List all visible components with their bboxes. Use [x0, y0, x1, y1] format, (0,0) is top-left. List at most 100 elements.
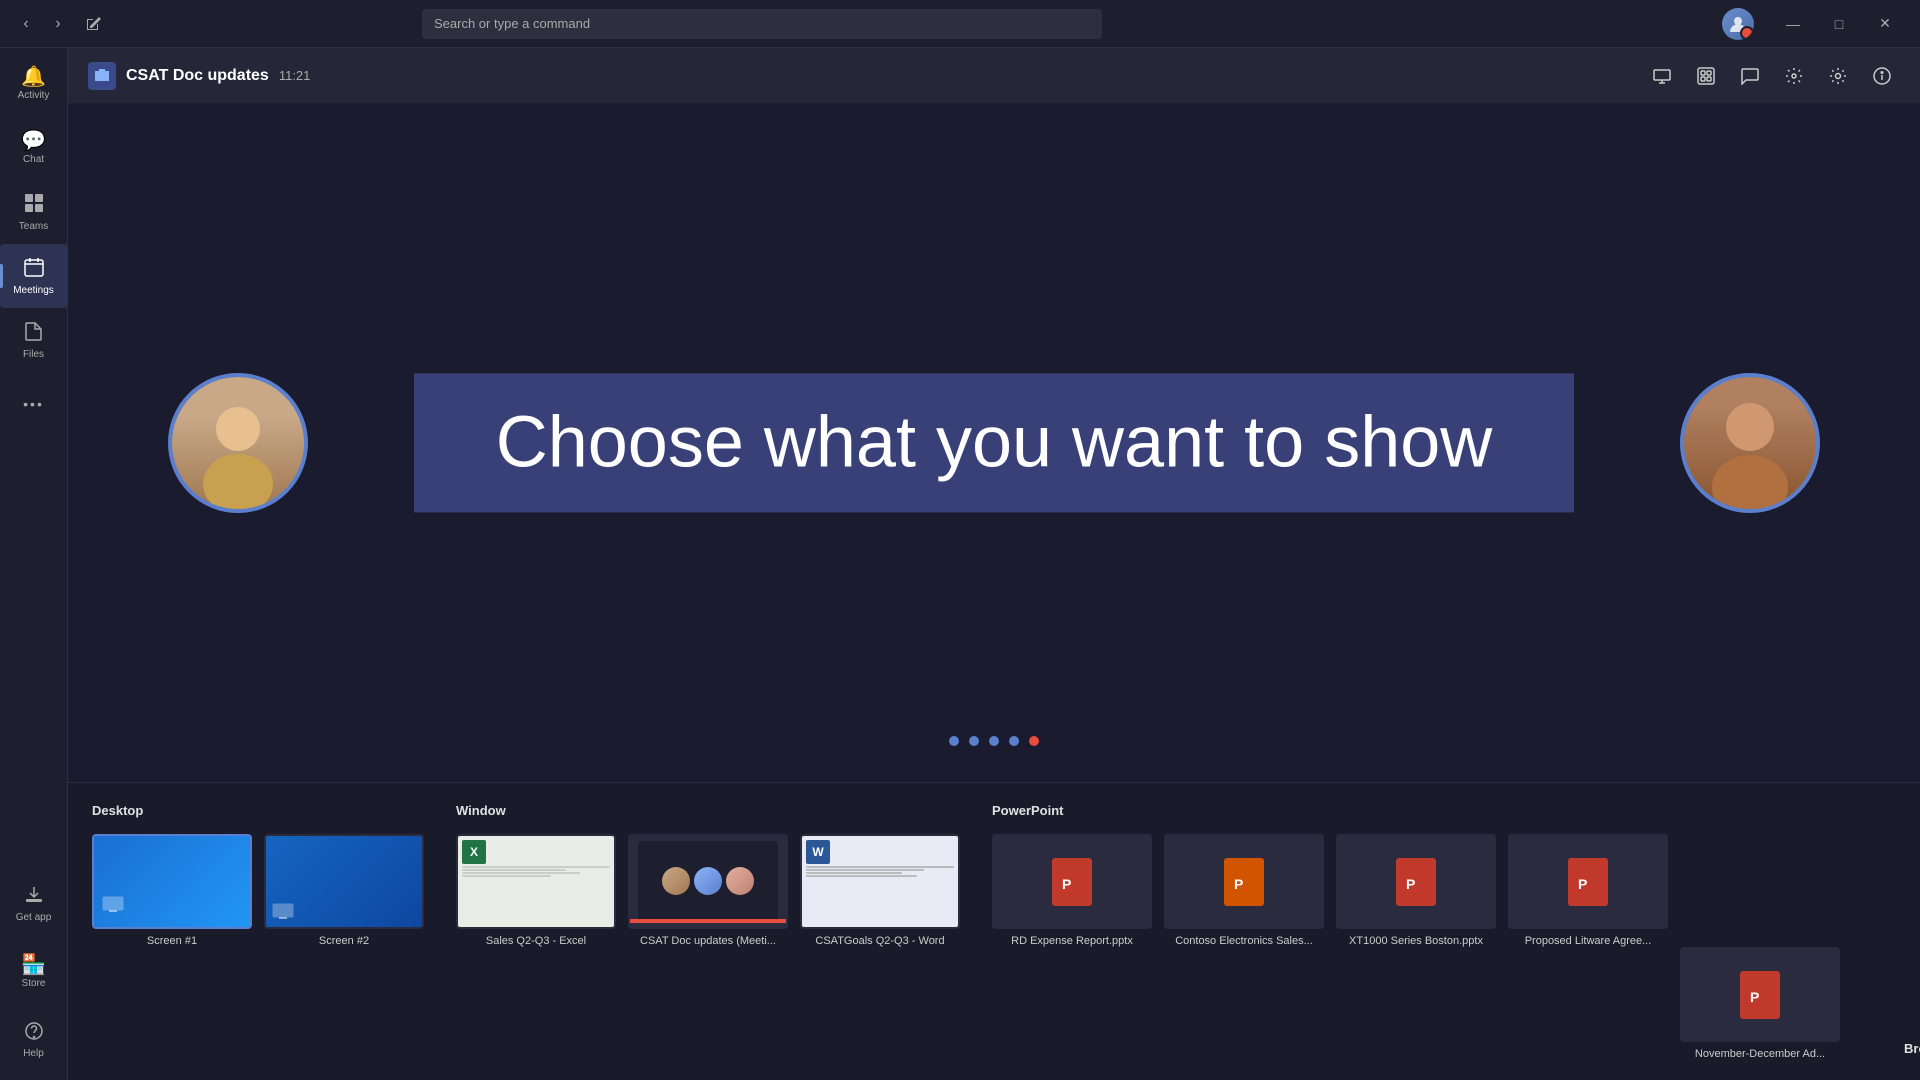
participants-button[interactable]	[1688, 58, 1724, 94]
close-button[interactable]: ✕	[1862, 8, 1908, 40]
back-button[interactable]: ‹	[12, 10, 40, 38]
maximize-button[interactable]: □	[1816, 8, 1862, 40]
category-browse: Browse	[1904, 1041, 1920, 1060]
search-bar[interactable]: Search or type a command	[422, 9, 1102, 39]
ppt-icon-5: P	[1740, 971, 1780, 1019]
share-banner-text: Choose what you want to show	[474, 403, 1514, 482]
teams-meeting-label: CSAT Doc updates (Meeti...	[640, 935, 776, 947]
share-item-xt1000[interactable]: P XT1000 Series Boston.pptx	[1336, 834, 1496, 1060]
share-item-novdec[interactable]: P November-December Ad...	[1680, 834, 1840, 1060]
teams-icon	[23, 192, 45, 218]
sidebar-label-chat: Chat	[23, 154, 44, 165]
more-icon: •••	[23, 397, 44, 411]
sidebar-item-teams[interactable]: Teams	[0, 180, 68, 244]
dot-5	[1029, 736, 1039, 746]
meeting-time: 11:21	[279, 68, 311, 83]
category-ppt-label: PowerPoint	[992, 803, 1840, 818]
help-icon	[24, 1021, 44, 1045]
ppt-icon-4: P	[1568, 858, 1608, 906]
sidebar-item-help[interactable]: Help	[0, 1008, 68, 1072]
sidebar-item-activity[interactable]: 🔔 Activity	[0, 52, 68, 116]
xt1000-label: XT1000 Series Boston.pptx	[1349, 935, 1483, 947]
word-thumbnail[interactable]: W	[800, 834, 960, 929]
desktop-items: Screen #1 Screen	[92, 834, 424, 947]
ppt-items: P RD Expense Report.pptx	[992, 834, 1840, 1060]
screen2-thumbnail[interactable]	[264, 834, 424, 929]
nav-buttons: ‹ ›	[12, 10, 72, 38]
contoso-thumbnail[interactable]: P	[1164, 834, 1324, 929]
info-button[interactable]	[1864, 58, 1900, 94]
sidebar-item-getapp[interactable]: Get app	[0, 872, 68, 936]
sidebar-item-more[interactable]: •••	[0, 372, 68, 436]
svg-text:P: P	[1062, 876, 1071, 892]
content-area: CSAT Doc updates 11:21	[68, 48, 1920, 1080]
sidebar: 🔔 Activity 💬 Chat Teams	[0, 48, 68, 1080]
sidebar-item-chat[interactable]: 💬 Chat	[0, 116, 68, 180]
screen1-thumbnail[interactable]	[92, 834, 252, 929]
sidebar-label-store: Store	[22, 978, 46, 989]
screen1-preview	[94, 836, 250, 927]
video-participants: Choose what you want to show	[68, 104, 1920, 782]
category-desktop-label: Desktop	[92, 803, 424, 818]
teams-meeting-thumbnail[interactable]	[628, 834, 788, 929]
minimize-button[interactable]: —	[1770, 8, 1816, 40]
activities-button[interactable]	[1776, 58, 1812, 94]
sidebar-item-store[interactable]: 🏪 Store	[0, 940, 68, 1004]
sidebar-label-files: Files	[23, 349, 44, 360]
settings-button[interactable]	[1820, 58, 1856, 94]
excel-thumbnail[interactable]: X	[456, 834, 616, 929]
participants-indicator	[949, 736, 1039, 746]
participant-avatar-right	[1680, 373, 1820, 513]
share-item-screen2[interactable]: Screen #2	[264, 834, 424, 947]
teams-meet-bar	[630, 919, 786, 923]
participant-avatar-left	[168, 373, 308, 513]
contoso-label: Contoso Electronics Sales...	[1175, 935, 1313, 947]
meeting-video-area: Choose what you want to show	[68, 104, 1920, 782]
xt1000-thumbnail[interactable]: P	[1336, 834, 1496, 929]
sidebar-item-meetings[interactable]: Meetings	[0, 244, 68, 308]
category-desktop: Desktop	[92, 803, 424, 947]
novdec-label: November-December Ad...	[1695, 1048, 1825, 1060]
compose-button[interactable]	[80, 10, 108, 38]
screen2-label: Screen #2	[319, 935, 369, 947]
share-item-csat-goals[interactable]: W CSATGoals Q	[800, 834, 960, 947]
meeting-title: CSAT Doc updates	[126, 67, 269, 85]
svg-text:P: P	[1578, 876, 1587, 892]
rd-expense-thumbnail[interactable]: P	[992, 834, 1152, 929]
ppt-icon-container-3: P	[1338, 836, 1494, 927]
dot-3	[989, 736, 999, 746]
novdec-thumbnail[interactable]: P	[1680, 947, 1840, 1042]
main-layout: 🔔 Activity 💬 Chat Teams	[0, 48, 1920, 1080]
activity-icon: 🔔	[21, 67, 46, 87]
share-picker: Desktop	[68, 782, 1920, 1080]
dot-4	[1009, 736, 1019, 746]
sidebar-label-meetings: Meetings	[13, 285, 54, 296]
category-powerpoint: PowerPoint P	[992, 803, 1840, 1060]
sidebar-label-teams: Teams	[19, 221, 48, 232]
sidebar-item-files[interactable]: Files	[0, 308, 68, 372]
ppt-icon-2: P	[1224, 858, 1264, 906]
share-item-contoso[interactable]: P Contoso Electronics Sales...	[1164, 834, 1324, 1060]
meetings-icon	[23, 256, 45, 282]
sidebar-label-activity: Activity	[18, 90, 50, 101]
litware-thumbnail[interactable]: P	[1508, 834, 1668, 929]
forward-button[interactable]: ›	[44, 10, 72, 38]
ppt-icon-3: P	[1396, 858, 1436, 906]
mini-avatar-3	[726, 867, 754, 895]
sidebar-label-help: Help	[23, 1048, 44, 1059]
chat-panel-button[interactable]	[1732, 58, 1768, 94]
user-avatar[interactable]	[1722, 8, 1754, 40]
ppt-icon-container-2: P	[1166, 836, 1322, 927]
category-window: Window X	[456, 803, 960, 947]
svg-text:P: P	[1234, 876, 1243, 892]
meeting-header-actions	[1644, 58, 1900, 94]
share-item-litware[interactable]: P Proposed Litware Agree...	[1508, 834, 1668, 1060]
mini-avatar-1	[662, 867, 690, 895]
share-item-rd-expense[interactable]: P RD Expense Report.pptx	[992, 834, 1152, 1060]
share-item-csat-meeting[interactable]: CSAT Doc updates (Meeti...	[628, 834, 788, 947]
share-screen-button[interactable]	[1644, 58, 1680, 94]
share-item-sales-excel[interactable]: X Sales Q2-Q3	[456, 834, 616, 947]
dot-2	[969, 736, 979, 746]
share-item-screen1[interactable]: Screen #1	[92, 834, 252, 947]
ppt-icon-container-5: P	[1682, 949, 1838, 1040]
